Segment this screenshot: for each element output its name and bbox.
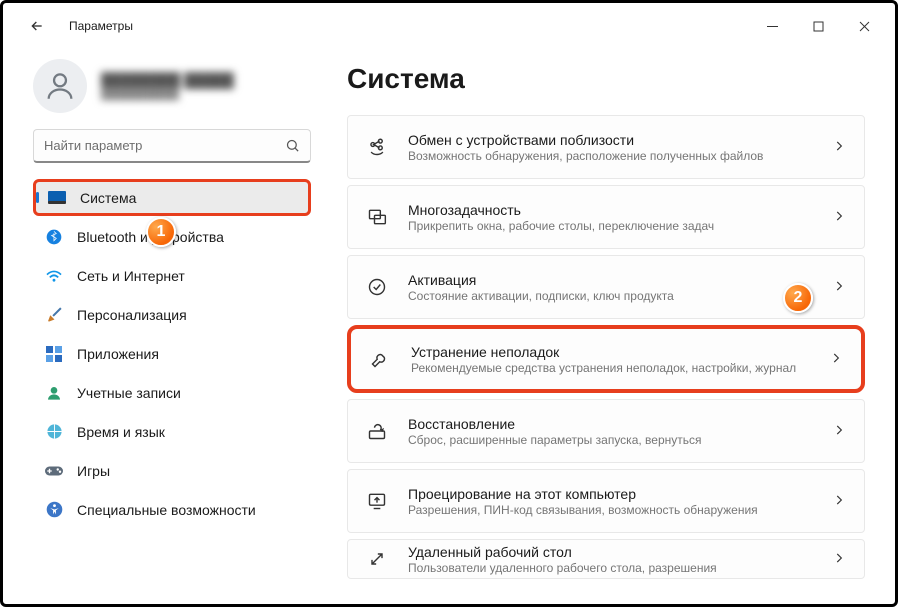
remote-icon bbox=[366, 548, 388, 570]
card-remote-desktop[interactable]: Удаленный рабочий стол Пользователи удал… bbox=[347, 539, 865, 579]
sidebar-item-label: Система bbox=[80, 190, 136, 206]
arrow-left-icon bbox=[29, 18, 45, 34]
sidebar-item-label: Приложения bbox=[77, 346, 159, 362]
card-subtitle: Возможность обнаружения, расположение по… bbox=[408, 149, 812, 163]
chevron-right-icon bbox=[829, 351, 843, 368]
card-title: Активация bbox=[408, 272, 812, 288]
close-icon bbox=[859, 21, 870, 32]
avatar bbox=[33, 59, 87, 113]
profile-text: ████████ █████ ██████████ bbox=[101, 72, 234, 100]
wrench-icon bbox=[369, 348, 391, 370]
chevron-right-icon bbox=[832, 279, 846, 296]
sidebar-item-system[interactable]: Система bbox=[33, 179, 311, 216]
sidebar-item-label: Учетные записи bbox=[77, 385, 181, 401]
card-subtitle: Разрешения, ПИН-код связывания, возможно… bbox=[408, 503, 812, 517]
chevron-right-icon bbox=[832, 551, 846, 568]
settings-list: Обмен с устройствами поблизости Возможно… bbox=[347, 115, 865, 579]
maximize-button[interactable] bbox=[795, 10, 841, 42]
card-title: Устранение неполадок bbox=[411, 344, 809, 360]
chevron-right-icon bbox=[832, 423, 846, 440]
sidebar-item-network[interactable]: Сеть и Интернет bbox=[33, 257, 311, 294]
minimize-button[interactable] bbox=[749, 10, 795, 42]
sidebar-item-personalization[interactable]: Персонализация bbox=[33, 296, 311, 333]
chevron-right-icon bbox=[832, 209, 846, 226]
card-title: Обмен с устройствами поблизости bbox=[408, 132, 812, 148]
annotation-badge-1: 1 bbox=[146, 217, 176, 247]
card-recovery[interactable]: Восстановление Сброс, расширенные параме… bbox=[347, 399, 865, 463]
sidebar-item-gaming[interactable]: Игры bbox=[33, 452, 311, 489]
card-multitasking[interactable]: Многозадачность Прикрепить окна, рабочие… bbox=[347, 185, 865, 249]
main-content: Система Обмен с устройствами поблизости … bbox=[315, 49, 895, 604]
sidebar-item-accounts[interactable]: Учетные записи bbox=[33, 374, 311, 411]
maximize-icon bbox=[813, 21, 824, 32]
sidebar: ████████ █████ ██████████ Найти параметр… bbox=[3, 49, 315, 604]
apps-icon bbox=[45, 345, 63, 363]
profile-block[interactable]: ████████ █████ ██████████ bbox=[33, 49, 309, 123]
search-placeholder: Найти параметр bbox=[44, 138, 277, 153]
card-title: Проецирование на этот компьютер bbox=[408, 486, 812, 502]
multitask-icon bbox=[366, 206, 388, 228]
sidebar-item-label: Специальные возможности bbox=[77, 502, 256, 518]
wifi-icon bbox=[45, 267, 63, 285]
accessibility-icon bbox=[45, 501, 63, 519]
card-subtitle: Состояние активации, подписки, ключ прод… bbox=[408, 289, 812, 303]
card-subtitle: Прикрепить окна, рабочие столы, переключ… bbox=[408, 219, 812, 233]
sidebar-item-apps[interactable]: Приложения bbox=[33, 335, 311, 372]
card-title: Восстановление bbox=[408, 416, 812, 432]
chevron-right-icon bbox=[832, 139, 846, 156]
titlebar: Параметры bbox=[3, 3, 895, 49]
gamepad-icon bbox=[45, 462, 63, 480]
close-button[interactable] bbox=[841, 10, 887, 42]
annotation-badge-2: 2 bbox=[783, 283, 813, 313]
globe-clock-icon bbox=[45, 423, 63, 441]
card-subtitle: Рекомендуемые средства устранения непола… bbox=[411, 361, 809, 375]
chevron-right-icon bbox=[832, 493, 846, 510]
display-icon bbox=[48, 189, 66, 207]
window-title: Параметры bbox=[69, 19, 133, 33]
card-subtitle: Сброс, расширенные параметры запуска, ве… bbox=[408, 433, 812, 447]
project-icon bbox=[366, 490, 388, 512]
card-title: Удаленный рабочий стол bbox=[408, 544, 812, 560]
recovery-icon bbox=[366, 420, 388, 442]
profile-email: ██████████ bbox=[101, 88, 234, 100]
back-button[interactable] bbox=[23, 12, 51, 40]
check-circle-icon bbox=[366, 276, 388, 298]
page-title: Система bbox=[347, 63, 865, 95]
sidebar-item-label: Игры bbox=[77, 463, 110, 479]
share-icon bbox=[366, 136, 388, 158]
search-icon bbox=[285, 138, 300, 153]
card-subtitle: Пользователи удаленного рабочего стола, … bbox=[408, 561, 812, 575]
sidebar-item-time-language[interactable]: Время и язык bbox=[33, 413, 311, 450]
card-troubleshoot[interactable]: Устранение неполадок Рекомендуемые средс… bbox=[347, 325, 865, 393]
sidebar-item-label: Время и язык bbox=[77, 424, 165, 440]
sidebar-item-accessibility[interactable]: Специальные возможности bbox=[33, 491, 311, 528]
profile-name: ████████ █████ bbox=[101, 72, 234, 88]
window-controls bbox=[749, 10, 887, 42]
sidebar-item-label: Персонализация bbox=[77, 307, 187, 323]
search-input[interactable]: Найти параметр bbox=[33, 129, 311, 163]
sidebar-item-label: Сеть и Интернет bbox=[77, 268, 185, 284]
card-title: Многозадачность bbox=[408, 202, 812, 218]
card-projecting[interactable]: Проецирование на этот компьютер Разрешен… bbox=[347, 469, 865, 533]
bluetooth-icon bbox=[45, 228, 63, 246]
minimize-icon bbox=[767, 21, 778, 32]
brush-icon bbox=[45, 306, 63, 324]
card-nearby-sharing[interactable]: Обмен с устройствами поблизости Возможно… bbox=[347, 115, 865, 179]
person-icon bbox=[45, 384, 63, 402]
